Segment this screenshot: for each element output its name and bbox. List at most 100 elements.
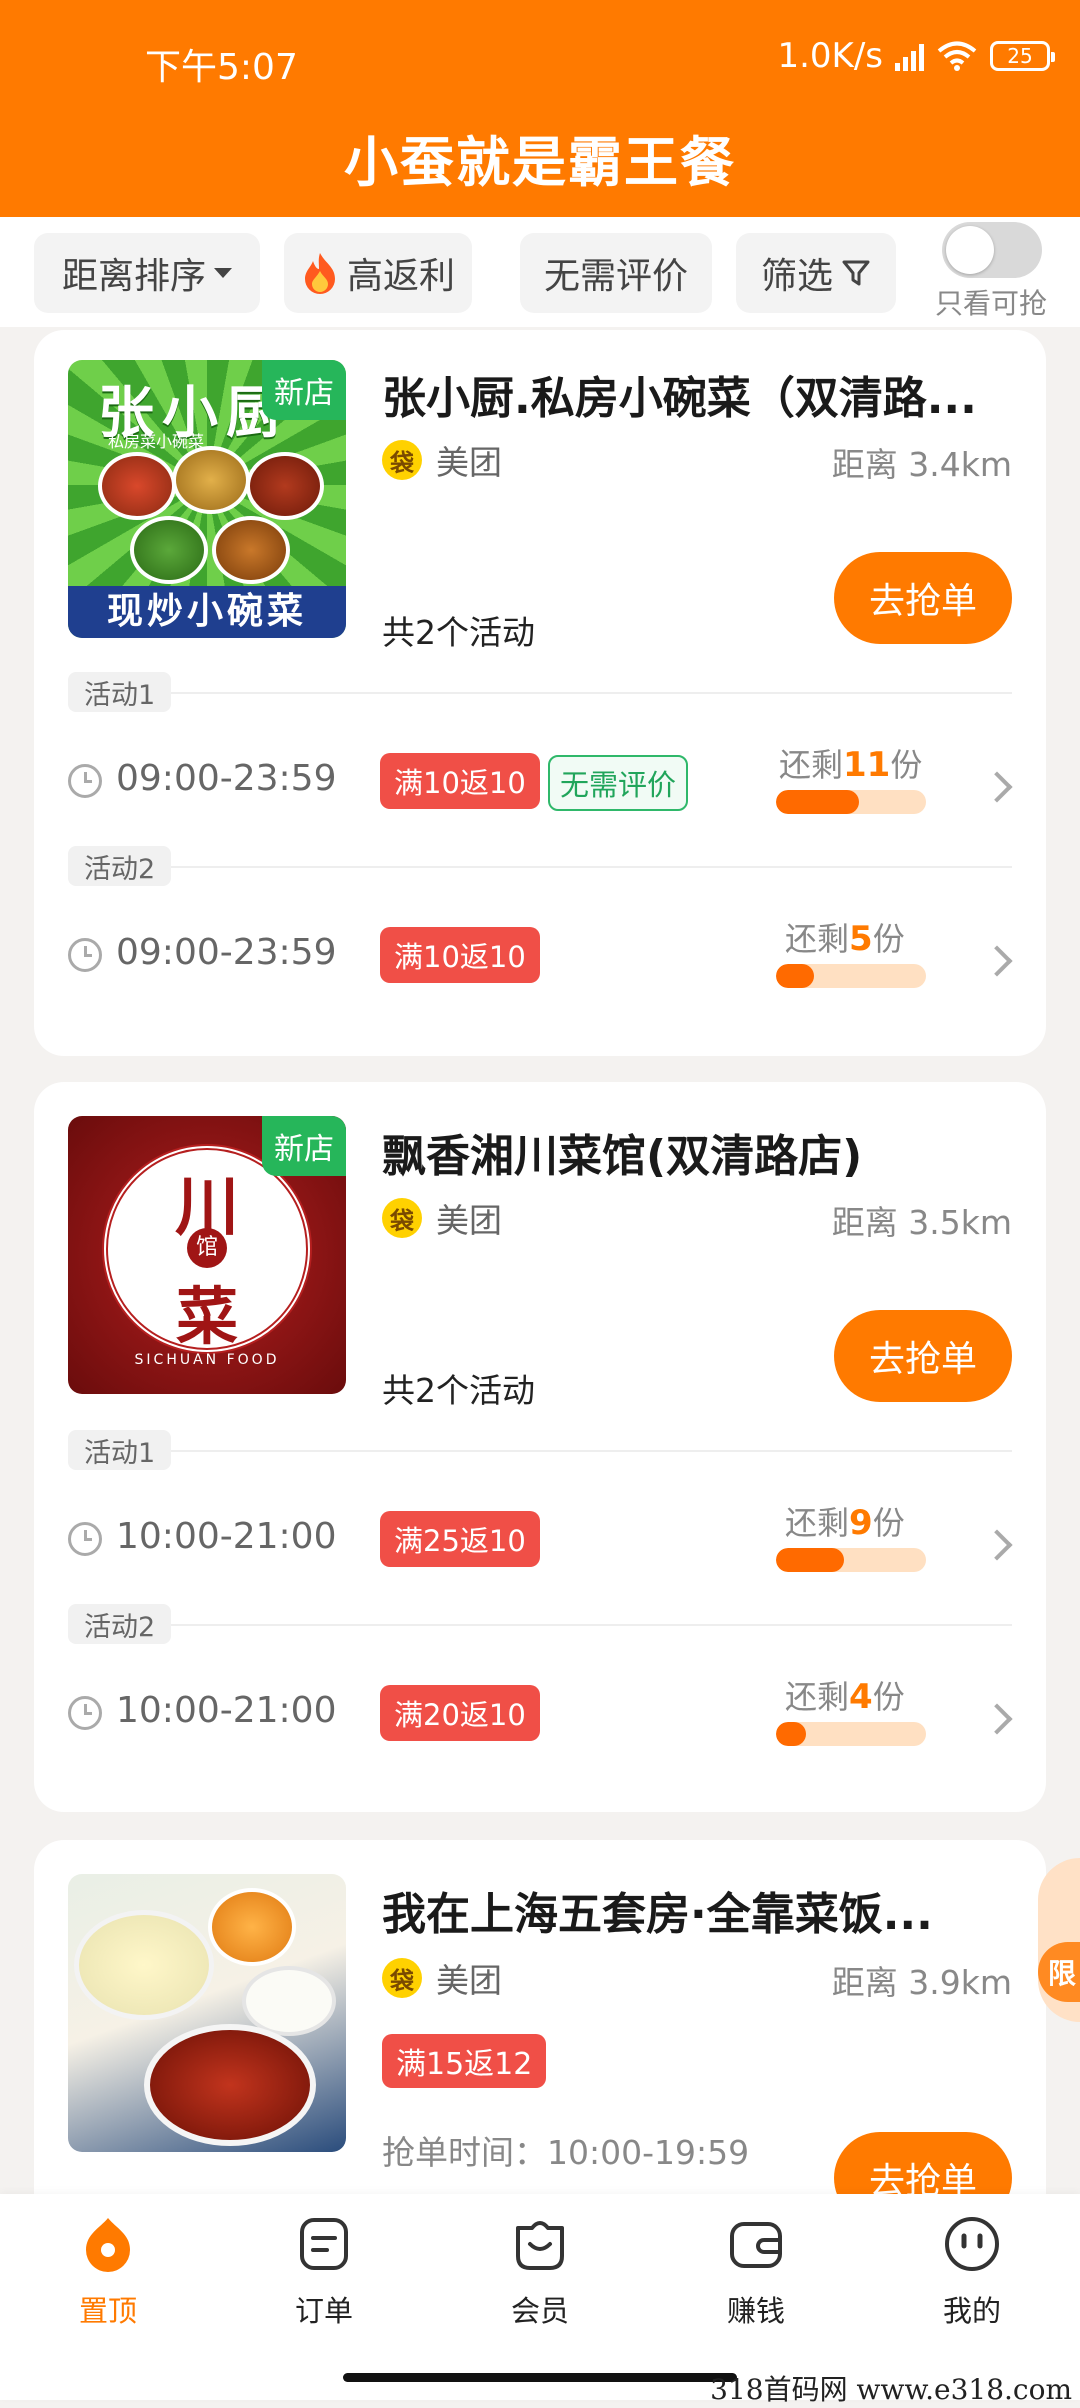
- clock-icon: [68, 1522, 102, 1556]
- platform-label: 美团: [436, 443, 502, 482]
- tab-label: 赚钱: [726, 2294, 785, 2328]
- remaining-progress-bar: [776, 790, 926, 814]
- filter-bar: 距离排序 高返利 无需评价 筛选: [0, 217, 1080, 327]
- only-available-label: 只看可抢: [935, 287, 1048, 320]
- shop-thumbnail: 川 馆 菜 SICHUAN FOOD 新店: [68, 1116, 346, 1394]
- distance: 距离 3.4km: [831, 445, 1012, 484]
- thumb-char-3: 菜: [175, 1280, 238, 1353]
- new-shop-badge: 新店: [262, 360, 346, 420]
- thumb-english: SICHUAN FOOD: [134, 1352, 280, 1368]
- signal-icon: [895, 41, 924, 71]
- clock-icon: [68, 1696, 102, 1730]
- no-review-tag: 无需评价: [548, 755, 689, 811]
- platform-label: 美团: [436, 1961, 502, 2000]
- chevron-right-icon[interactable]: [981, 1703, 1013, 1735]
- rebate-tag: 满25返10: [380, 1511, 540, 1567]
- profile-icon: [942, 2214, 1002, 2274]
- remaining-count: 还剩9份: [785, 1503, 905, 1543]
- activity-label: 活动1: [68, 672, 172, 712]
- food-plate-image: [74, 1910, 214, 2020]
- activity-time: 10:00-21:00: [116, 1690, 337, 1731]
- activity-count: 共2个活动: [382, 613, 535, 652]
- caret-down-icon: [214, 268, 232, 278]
- rebate-tag: 满20返10: [380, 1685, 540, 1741]
- distance: 距离 3.5km: [831, 1203, 1012, 1242]
- chevron-right-icon[interactable]: [981, 771, 1013, 803]
- gesture-bar: [343, 2373, 737, 2382]
- tab-label: 订单: [294, 2294, 353, 2328]
- new-shop-badge: 新店: [262, 1116, 346, 1176]
- activity-time: 10:00-21:00: [116, 1516, 337, 1557]
- no-review-filter[interactable]: 无需评价: [520, 233, 712, 313]
- activity-count: 共2个活动: [382, 1371, 535, 1410]
- tab-label: 会员: [510, 2294, 569, 2328]
- food-bowl-image: [130, 516, 208, 584]
- sort-dropdown[interactable]: 距离排序: [34, 233, 260, 313]
- tab-orders[interactable]: 订单: [244, 2214, 404, 2330]
- platform: 袋 美团: [382, 436, 502, 484]
- wifi-icon: [937, 41, 977, 71]
- activity-label: 活动2: [68, 1604, 172, 1644]
- tab-profile[interactable]: 我的: [892, 2214, 1052, 2330]
- shop-name: 张小厨.私房小碗菜（双清路...: [382, 373, 977, 424]
- order-icon: [294, 2214, 354, 2274]
- divider: [68, 692, 1012, 694]
- shop-thumbnail: [68, 1874, 346, 2152]
- tab-member[interactable]: 会员: [460, 2214, 620, 2330]
- food-bowl-image: [246, 452, 324, 520]
- remaining-count: 还剩11份: [779, 745, 923, 785]
- app-title: 小蚕就是霸王餐: [344, 131, 736, 194]
- shop-card[interactable]: 张小厨 私房菜小碗菜 现炒小碗菜 新店 张小厨.私房小碗菜（双清路... 袋 美…: [34, 330, 1046, 1056]
- progress-fill: [776, 790, 859, 814]
- food-bowl-image: [172, 446, 250, 514]
- clock-icon: [68, 764, 102, 798]
- high-rebate-filter[interactable]: 高返利: [284, 233, 472, 313]
- only-available-toggle[interactable]: [942, 222, 1042, 278]
- divider: [68, 866, 1012, 868]
- food-plate-image: [144, 2024, 316, 2146]
- tab-label: 置顶: [78, 2294, 137, 2328]
- remaining-count: 还剩5份: [785, 919, 905, 959]
- shop-name: 我在上海五套房·全靠菜饭...: [382, 1889, 933, 1940]
- progress-fill: [776, 964, 814, 988]
- no-review-label: 无需评价: [543, 256, 688, 297]
- divider: [68, 1624, 1012, 1626]
- remaining-progress-bar: [776, 964, 926, 988]
- shop-name: 飘香湘川菜馆(双清路店): [382, 1131, 863, 1182]
- watermark: 318首码网 www.e318.com: [710, 2373, 1072, 2406]
- food-bowl-image: [98, 452, 176, 520]
- sort-label: 距离排序: [61, 256, 206, 297]
- food-bowl-image: [212, 516, 290, 584]
- chevron-right-icon[interactable]: [981, 945, 1013, 977]
- home-icon: [78, 2214, 138, 2274]
- shop-thumbnail: 张小厨 私房菜小碗菜 现炒小碗菜 新店: [68, 360, 346, 638]
- food-plate-image: [208, 1888, 296, 1966]
- activity-time: 09:00-23:59: [116, 932, 337, 973]
- fire-icon: [304, 253, 335, 294]
- member-icon: [510, 2214, 570, 2274]
- platform-label: 美团: [436, 1201, 502, 1240]
- shop-card[interactable]: 川 馆 菜 SICHUAN FOOD 新店 飘香湘川菜馆(双清路店) 袋 美团 …: [34, 1082, 1046, 1812]
- grab-time: 抢单时间：10:00-19:59: [382, 2133, 750, 2172]
- rebate-tag: 满15返12: [382, 2034, 547, 2088]
- remaining-progress-bar: [776, 1722, 926, 1746]
- platform: 袋 美团: [382, 1194, 502, 1242]
- progress-fill: [776, 1722, 806, 1746]
- filter-label: 筛选: [760, 256, 833, 297]
- tab-earn[interactable]: 赚钱: [676, 2214, 836, 2330]
- funnel-icon: [842, 260, 870, 286]
- remaining-progress-bar: [776, 1548, 926, 1572]
- battery-icon: 25: [990, 41, 1055, 71]
- food-plate-image: [242, 1966, 336, 2036]
- grab-order-button[interactable]: 去抢单: [834, 1310, 1012, 1402]
- activity-time: 09:00-23:59: [116, 758, 337, 799]
- filter-button[interactable]: 筛选: [736, 233, 896, 313]
- thumb-char-2: 馆: [187, 1228, 227, 1268]
- grab-order-button[interactable]: 去抢单: [834, 552, 1012, 644]
- thumb-subtitle: 私房菜小碗菜: [108, 432, 205, 451]
- chevron-right-icon[interactable]: [981, 1529, 1013, 1561]
- activity-label: 活动1: [68, 1430, 172, 1470]
- progress-fill: [776, 1548, 844, 1572]
- tab-home[interactable]: 置顶: [28, 2214, 188, 2330]
- wallet-icon: [726, 2214, 786, 2274]
